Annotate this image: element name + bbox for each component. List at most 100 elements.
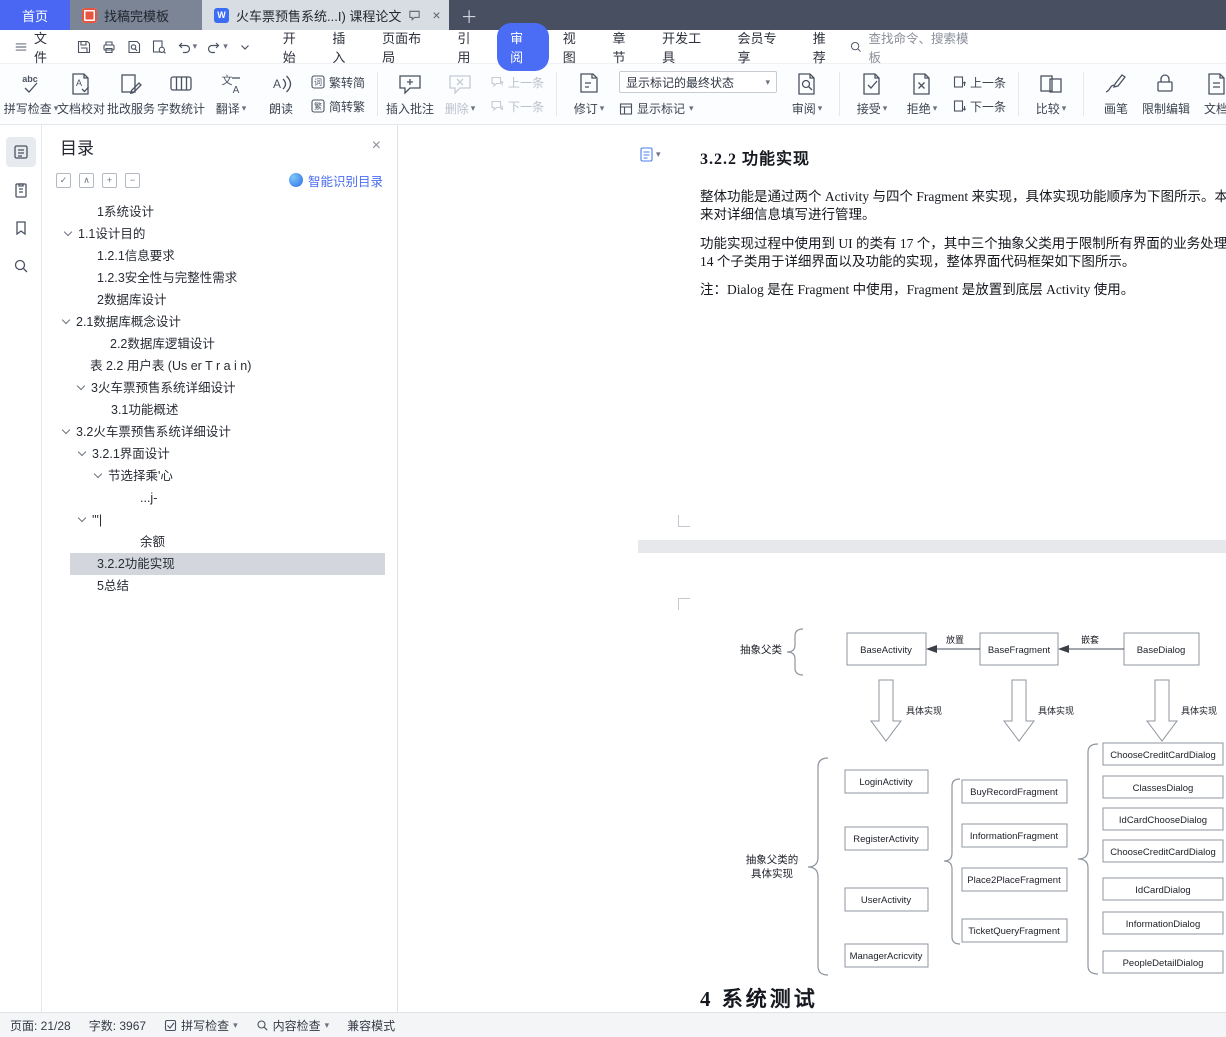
prev-change-button[interactable]: 上一条 bbox=[952, 74, 1006, 91]
smart-toc-button[interactable]: 智能识别目录 bbox=[288, 171, 383, 190]
save-button[interactable] bbox=[76, 39, 92, 55]
chevron-down-icon[interactable] bbox=[77, 513, 87, 523]
toc-item[interactable]: 1.1设计目的 bbox=[42, 223, 397, 245]
correction-service-button[interactable]: 批改服务 bbox=[106, 66, 156, 122]
chevron-down-icon[interactable] bbox=[63, 227, 73, 237]
toc-item-selected[interactable]: 3.2.2功能实现 bbox=[42, 553, 397, 575]
insert-comment-button[interactable]: 插入批注 bbox=[385, 66, 435, 122]
doc-proofread-button[interactable]: A 文档校对 bbox=[56, 66, 106, 122]
markup-state-dropdown[interactable]: 显示标记的最终状态 ▾ bbox=[619, 71, 778, 93]
caret-icon: ▾ bbox=[233, 1019, 238, 1030]
annotation-panel-button[interactable] bbox=[6, 175, 36, 205]
file-menu-button[interactable]: 文件 bbox=[14, 28, 60, 66]
document-viewport[interactable]: ▾ 3.2.2 功能实现 整体功能是通过两个 Activity 与四个 Frag… bbox=[398, 125, 1226, 1012]
trad-to-simp-button[interactable]: 词 繁转简 bbox=[311, 74, 365, 91]
toc-item[interactable]: 3.2.1界面设计 bbox=[42, 443, 397, 465]
reject-button[interactable]: 拒绝 ▾ bbox=[897, 66, 947, 122]
redo-caret-icon[interactable]: ▾ bbox=[223, 42, 228, 51]
toc-item[interactable]: 5总结 bbox=[42, 575, 397, 597]
simp-to-trad-button[interactable]: 繁 简转繁 bbox=[311, 98, 365, 115]
translate-button[interactable]: 文A 翻译 ▾ bbox=[206, 66, 256, 122]
print-button[interactable] bbox=[101, 39, 117, 55]
close-icon[interactable]: × bbox=[372, 137, 381, 155]
menu-item-section[interactable]: 章节 bbox=[602, 24, 648, 70]
next-comment-button[interactable]: 下一条 bbox=[490, 98, 544, 115]
toc-item[interactable]: 3火车票预售系统详细设计 bbox=[42, 377, 397, 399]
undo-caret-icon[interactable]: ▾ bbox=[193, 42, 198, 51]
delete-comment-button[interactable]: 删除 ▾ bbox=[435, 66, 485, 122]
word-count-button[interactable]: 字数统计 bbox=[156, 66, 206, 122]
document-page-21[interactable]: ▾ 3.2.2 功能实现 整体功能是通过两个 Activity 与四个 Frag… bbox=[638, 125, 1226, 540]
page-indicator[interactable]: 页面: 21/28 bbox=[10, 1017, 71, 1034]
redo-button[interactable]: ▾ bbox=[206, 39, 228, 55]
find-replace-button[interactable] bbox=[151, 39, 167, 55]
toolbar-more-button[interactable] bbox=[237, 39, 253, 55]
next-change-icon bbox=[952, 99, 967, 113]
chevron-down-icon[interactable] bbox=[77, 447, 87, 457]
compat-mode-indicator[interactable]: 兼容模式 bbox=[347, 1017, 395, 1034]
content-check-toggle[interactable]: 内容检查 ▾ bbox=[256, 1017, 329, 1034]
menu-item-start[interactable]: 开始 bbox=[273, 24, 319, 70]
outline-panel-button[interactable] bbox=[5, 137, 36, 167]
menu-item-dev-tools[interactable]: 开发工具 bbox=[652, 24, 723, 70]
toc-item[interactable]: 1系统设计 bbox=[42, 201, 397, 223]
menu-item-view[interactable]: 视图 bbox=[553, 24, 599, 70]
toc-item[interactable]: 2数据库设计 bbox=[42, 289, 397, 311]
toc-item[interactable]: 表 2.2 用户表 (Us er T r a i n) bbox=[42, 355, 397, 377]
tab-template-label: 找稿完模板 bbox=[104, 8, 170, 24]
menu-item-member[interactable]: 会员专享 bbox=[727, 24, 798, 70]
read-aloud-button[interactable]: A 朗读 bbox=[256, 66, 306, 122]
spell-check-button[interactable]: abc 拼写检查 ▾ bbox=[4, 66, 59, 122]
toc-item[interactable]: 节选择乘'心 bbox=[42, 465, 397, 487]
bookmark-panel-button[interactable] bbox=[6, 213, 36, 243]
toc-item[interactable]: 余额 bbox=[42, 531, 397, 553]
spell-check-toggle[interactable]: 拼写检查 ▾ bbox=[164, 1017, 238, 1034]
comment-indicator[interactable]: ▾ bbox=[640, 147, 661, 162]
toc-item[interactable]: 1.2.3安全性与完整性需求 bbox=[42, 267, 397, 289]
toc-expand-button[interactable]: + bbox=[102, 172, 117, 188]
toc-item[interactable]: 2.2数据库逻辑设计 bbox=[42, 333, 397, 355]
svg-text:ChooseCreditCardDialog: ChooseCreditCardDialog bbox=[1110, 847, 1216, 858]
toc-item[interactable]: 1.2.1信息要求 bbox=[42, 245, 397, 267]
next-change-button[interactable]: 下一条 bbox=[952, 98, 1006, 115]
menu-item-review[interactable]: 审阅 bbox=[497, 22, 549, 71]
command-search[interactable]: 查找命令、搜索模板 bbox=[849, 28, 981, 66]
close-tab-icon[interactable]: × bbox=[432, 7, 440, 23]
prev-comment-button[interactable]: 上一条 bbox=[490, 74, 544, 91]
menu-item-page-layout[interactable]: 页面布局 bbox=[372, 24, 443, 70]
undo-button[interactable]: ▾ bbox=[176, 39, 198, 55]
menu-item-recommend[interactable]: 推荐 bbox=[803, 24, 849, 70]
tab-home[interactable]: 首页 bbox=[0, 0, 70, 30]
show-markup-button[interactable]: 显示标记 ▾ bbox=[619, 100, 777, 117]
menu-item-insert[interactable]: 插入 bbox=[322, 24, 368, 70]
chevron-down-icon[interactable] bbox=[76, 381, 86, 391]
pen-button[interactable]: 画笔 bbox=[1091, 66, 1141, 122]
comment-bubble-icon[interactable] bbox=[408, 9, 421, 22]
print-preview-button[interactable] bbox=[126, 39, 142, 55]
toc-item[interactable]: 3.2火车票预售系统详细设计 bbox=[42, 421, 397, 443]
svg-text:UserActivity: UserActivity bbox=[861, 895, 911, 906]
restrict-editing-button[interactable]: 限制编辑 bbox=[1141, 66, 1191, 122]
class-architecture-diagram: 抽象父类 BaseActivity BaseFragment BaseDialo… bbox=[740, 628, 1224, 976]
review-button[interactable]: 审阅 ▾ bbox=[782, 66, 832, 122]
chevron-down-icon[interactable] bbox=[61, 425, 71, 435]
prev-comment-icon bbox=[490, 75, 504, 89]
toc-item[interactable]: 2.1数据库概念设计 bbox=[42, 311, 397, 333]
toc-minus-button[interactable]: − bbox=[125, 172, 140, 188]
toc-check-button[interactable]: ✓ bbox=[56, 172, 71, 188]
chevron-down-icon[interactable] bbox=[61, 315, 71, 325]
doc-more-button[interactable]: 文档 bbox=[1191, 66, 1226, 122]
toc-item[interactable]: ...j- bbox=[42, 487, 397, 509]
compare-button[interactable]: 比较 ▾ bbox=[1026, 66, 1076, 122]
document-page-22[interactable]: 抽象父类 BaseActivity BaseFragment BaseDialo… bbox=[638, 553, 1226, 1012]
revision-button[interactable]: 修订 ▾ bbox=[564, 66, 614, 122]
menu-item-references[interactable]: 引用 bbox=[447, 24, 493, 70]
search-panel-button[interactable] bbox=[6, 251, 36, 281]
toc-item[interactable]: '"| bbox=[42, 509, 397, 531]
tab-template[interactable]: 找稿完模板 bbox=[70, 0, 202, 30]
accept-button[interactable]: 接受 ▾ bbox=[847, 66, 897, 122]
word-count-indicator[interactable]: 字数: 3967 bbox=[89, 1017, 146, 1034]
chevron-down-icon[interactable] bbox=[93, 469, 103, 479]
toc-collapse-button[interactable]: ∧ bbox=[79, 172, 94, 188]
toc-item[interactable]: 3.1功能概述 bbox=[42, 399, 397, 421]
